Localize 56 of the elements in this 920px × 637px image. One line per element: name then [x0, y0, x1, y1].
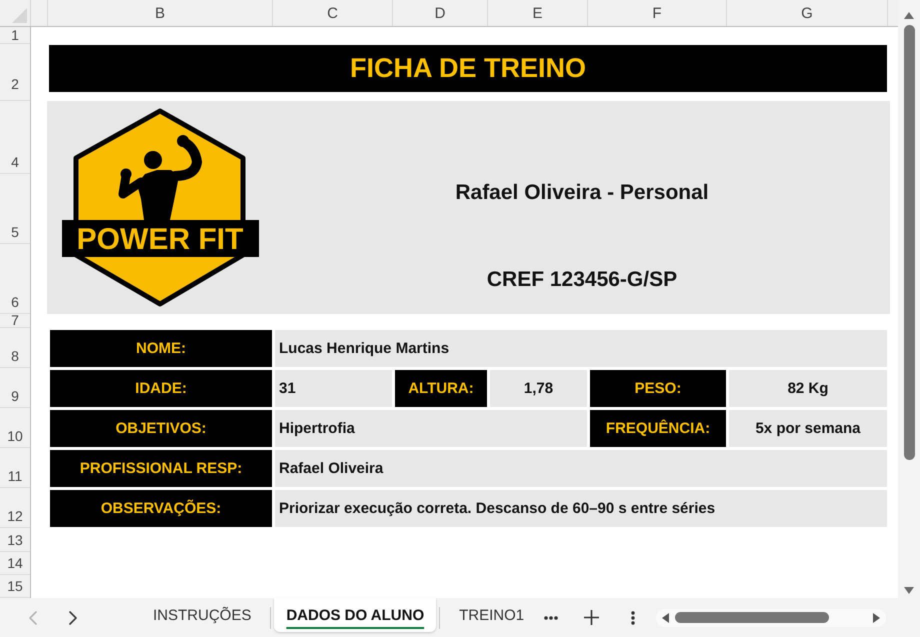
registration-number: CREF 123456-G/SP: [486, 267, 678, 293]
row-header[interactable]: 10: [7, 430, 23, 443]
row-header[interactable]: 5: [11, 226, 19, 239]
field-value: Hipertrofia: [275, 410, 587, 447]
field-label: NOME:: [50, 330, 272, 367]
field-value: 82 Kg: [729, 370, 887, 407]
row-header[interactable]: 1: [11, 29, 19, 42]
row-header[interactable]: 11: [8, 470, 22, 483]
vertical-scrollbar[interactable]: [898, 0, 920, 598]
field-value: 1,78: [490, 370, 587, 407]
triangle-down-icon[interactable]: [904, 587, 914, 594]
field-label: OBJETIVOS:: [50, 410, 272, 447]
field-label: PROFISSIONAL RESP:: [50, 450, 272, 487]
row-header[interactable]: 14: [7, 557, 23, 570]
field-label: OBSERVAÇÕES:: [50, 490, 272, 527]
triangle-up-icon[interactable]: [904, 12, 914, 19]
vertical-ellipsis-icon[interactable]: [631, 610, 636, 624]
sheet-tab[interactable]: DADOS DO ALUNO: [274, 598, 436, 632]
column-header[interactable]: C: [273, 0, 393, 26]
row-header[interactable]: 13: [7, 534, 23, 547]
field-label: FREQUÊNCIA:: [590, 410, 726, 447]
chevron-right-icon[interactable]: [68, 610, 78, 624]
field-value: Lucas Henrique Martins: [275, 330, 887, 367]
row-header[interactable]: 7: [11, 314, 19, 327]
ellipsis-icon[interactable]: [544, 616, 558, 620]
scrollbar-thumb[interactable]: [904, 25, 914, 460]
row-header[interactable]: 8: [11, 350, 19, 363]
row-header[interactable]: 6: [11, 296, 19, 309]
field-value: Rafael Oliveira: [275, 450, 887, 487]
sheet-tab[interactable]: TREINO1: [443, 598, 540, 632]
column-header[interactable]: G: [727, 0, 888, 26]
column-header[interactable]: F: [588, 0, 727, 26]
column-header[interactable]: B: [48, 0, 273, 26]
scrollbar-thumb[interactable]: [675, 612, 830, 623]
column-header[interactable]: E: [488, 0, 588, 26]
field-label: IDADE:: [50, 370, 272, 407]
row-header[interactable]: 4: [11, 156, 19, 169]
plus-icon[interactable]: [584, 610, 600, 625]
field-value: Priorizar execução correta. Descanso de 60–90 s entre séries: [275, 490, 887, 527]
row-header[interactable]: 9: [11, 390, 19, 403]
bodybuilder-silhouette-icon: [118, 135, 202, 220]
sheet-tab[interactable]: INSTRUÇÕES: [137, 598, 268, 632]
field-label: PESO:: [590, 370, 726, 407]
horizontal-scrollbar[interactable]: [656, 608, 886, 626]
triangle-left-icon[interactable]: [662, 612, 670, 622]
sheet-title: FICHA DE TREINO: [49, 45, 887, 92]
field-label: ALTURA:: [395, 370, 487, 407]
trainer-name: Rafael Oliveira - Personal: [455, 180, 709, 206]
row-header[interactable]: 12: [7, 510, 23, 523]
triangle-right-icon[interactable]: [873, 612, 880, 622]
row-header[interactable]: 2: [11, 78, 19, 91]
field-value: 5x por semana: [729, 410, 887, 447]
logo-text: POWER FIT: [76, 223, 244, 256]
field-value: 31: [275, 370, 392, 407]
column-header[interactable]: D: [393, 0, 488, 26]
row-header[interactable]: 15: [7, 580, 23, 593]
